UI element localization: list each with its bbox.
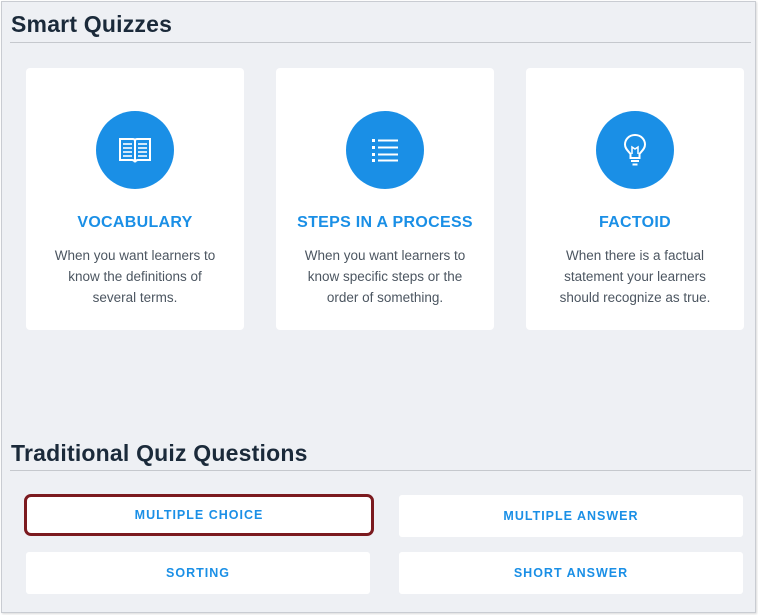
card-title: FACTOID	[598, 214, 672, 231]
card-title: VOCABULARY	[77, 214, 193, 231]
list-icon	[346, 111, 424, 189]
multiple-answer-button[interactable]: MULTIPLE ANSWER	[399, 495, 743, 537]
section-divider	[10, 42, 751, 43]
card-description: When you want learners to know the defin…	[54, 248, 216, 305]
card-vocabulary[interactable]: VOCABULARY When you want learners to kno…	[26, 68, 244, 330]
card-description: When there is a factual statement your l…	[559, 248, 711, 305]
book-icon	[96, 111, 174, 189]
card-factoid[interactable]: FACTOID When there is a factual statemen…	[526, 68, 744, 330]
section-divider	[10, 470, 751, 471]
traditional-quiz-heading: Traditional Quiz Questions	[11, 440, 308, 466]
smart-quizzes-heading: Smart Quizzes	[11, 11, 173, 37]
card-steps-in-a-process[interactable]: STEPS IN A PROCESS When you want learner…	[276, 68, 494, 330]
lightbulb-icon	[596, 111, 674, 189]
sorting-button[interactable]: SORTING	[26, 552, 370, 594]
multiple-choice-button[interactable]: MULTIPLE CHOICE	[24, 494, 374, 536]
card-description: When you want learners to know specific …	[304, 248, 466, 305]
short-answer-button[interactable]: SHORT ANSWER	[399, 552, 743, 594]
quiz-type-panel: Smart Quizzes VOCABULARY When you want l…	[1, 1, 756, 613]
card-title: STEPS IN A PROCESS	[297, 214, 473, 231]
